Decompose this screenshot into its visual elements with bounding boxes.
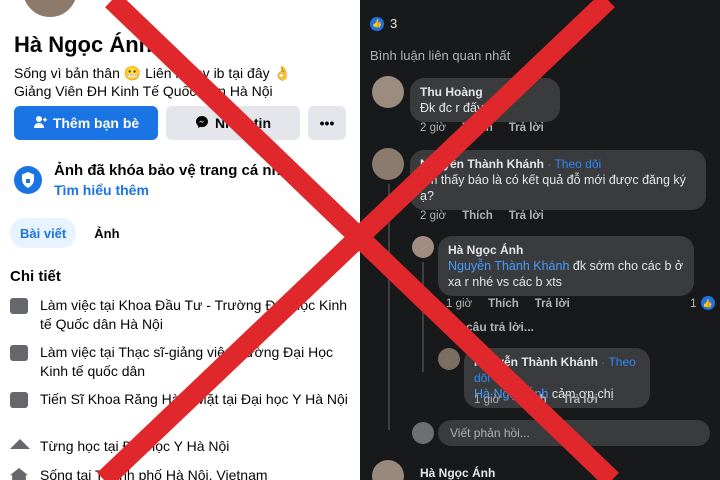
detail-item: Làm việc tại Thạc sĩ-giảng viên trường Đ… [10, 343, 355, 381]
briefcase-icon [10, 345, 28, 361]
avatar[interactable] [372, 76, 404, 108]
comment-bubble: Thu Hoàng Đk đc r đấy [410, 78, 560, 122]
thread-line [388, 184, 390, 430]
like-icon: 👍 [700, 296, 715, 310]
graduation-cap-icon [10, 439, 30, 449]
detail-text: Tiến Sĩ Khoa Răng Hàm Mặt tại Đại học Y … [40, 391, 348, 407]
detail-text: Làm việc tại Khoa Đầu Tư - Trường Đại Họ… [40, 297, 348, 332]
comment-actions: 1 giờ Thích Trả lời [474, 394, 598, 406]
like-link[interactable]: Thích [516, 394, 547, 406]
detail-item: Từng học tại Đại học Y Hà Nội [10, 437, 355, 456]
avatar[interactable] [438, 348, 460, 370]
comment-author[interactable]: Hà Ngọc Ánh [420, 466, 495, 480]
bio-line-2: Giảng Viên ĐH Kinh Tế Quốc Dân Hà Nội [14, 83, 273, 99]
detail-item: Làm việc tại Khoa Đầu Tư - Trường Đại Họ… [10, 296, 355, 334]
detail-item: Sống tại Thành phố Hà Nội, Vietnam [10, 466, 355, 480]
briefcase-icon [10, 392, 28, 408]
comment-actions: 2 giờ Thích Trả lời [420, 122, 544, 134]
mention-link[interactable]: Nguyễn Thành Khánh [448, 259, 569, 273]
comment-author[interactable]: Nguyễn Thành Khánh · Theo dõi [420, 156, 696, 172]
reply-link[interactable]: Trả lời [563, 394, 598, 406]
home-icon [10, 468, 28, 480]
like-link[interactable]: Thích [462, 210, 493, 222]
comment-time: 2 giờ [420, 122, 447, 134]
details-title: Chi tiết [10, 268, 61, 285]
like-icon: 👍 [370, 16, 384, 31]
message-button[interactable]: Nhắn tin [166, 106, 300, 140]
profile-bio: Sống vì bản thân 😬 Liên hệ ny ib tại đây… [14, 64, 354, 100]
comment-bubble: Nguyễn Thành Khánh · Theo dõi em thấy bá… [410, 150, 706, 210]
avatar [412, 422, 434, 444]
comment-reaction-badge[interactable]: 1 👍 [690, 296, 715, 310]
comment-actions: 2 giờ Thích Trả lời [420, 210, 544, 222]
reply-input[interactable]: Viết phản hồi... [438, 420, 710, 446]
comment-time: 2 giờ [420, 210, 447, 222]
briefcase-icon [10, 298, 28, 314]
add-friend-button[interactable]: Thêm bạn bè [14, 106, 158, 140]
comment-time: 1 giờ [474, 394, 501, 406]
comment-actions: 1 giờ Thích Trả lời [446, 298, 570, 310]
follow-link[interactable]: · Theo dõi [547, 157, 601, 171]
reply-link[interactable]: Trả lời [509, 122, 544, 134]
comment-text: em thấy báo là có kết quả đỗ mới được đă… [420, 173, 686, 203]
learn-more-link[interactable]: Tìm hiểu thêm [54, 182, 149, 198]
comment-author[interactable]: Thu Hoàng [420, 84, 550, 100]
profile-avatar[interactable] [20, 0, 80, 20]
reaction-summary[interactable]: 👍 3 [370, 16, 397, 31]
bio-line-1: Sống vì bản thân 😬 Liên hệ ny ib tại đây… [14, 65, 291, 81]
reaction-count: 3 [390, 16, 398, 31]
detail-item: Tiến Sĩ Khoa Răng Hàm Mặt tại Đại học Y … [10, 390, 355, 409]
like-link[interactable]: Thích [488, 298, 519, 310]
tab-posts[interactable]: Bài viết [10, 218, 77, 248]
avatar[interactable] [412, 236, 434, 258]
reply-link[interactable]: Trả lời [509, 210, 544, 222]
comments-panel: 👍 3 Bình luận liên quan nhất Thu Hoàng Đ… [360, 0, 720, 480]
profile-name: Hà Ngọc Ánh [14, 32, 153, 57]
comment-author[interactable]: Hà Ngọc Ánh [448, 242, 684, 258]
shield-lock-icon [14, 166, 42, 194]
reply-link[interactable]: Trả lời [535, 298, 570, 310]
like-link[interactable]: Thích [462, 122, 493, 134]
more-options-button[interactable]: ••• [308, 106, 346, 140]
avatar[interactable] [372, 148, 404, 180]
reaction-count: 1 [690, 296, 697, 310]
comment-sort-dropdown[interactable]: Bình luận liên quan nhất [370, 48, 510, 63]
profile-tabs: Bài viết Ảnh [10, 218, 130, 248]
avatar[interactable] [372, 460, 404, 480]
add-friend-label: Thêm bạn bè [52, 115, 140, 131]
comment-author[interactable]: Nguyễn Thành Khánh · Theo dõi [474, 354, 640, 386]
tab-photos[interactable]: Ảnh [84, 218, 129, 248]
comment-bubble: Hà Ngọc Ánh Nguyễn Thành Khánh đk sớm ch… [438, 236, 694, 296]
detail-text: Sống tại Thành phố Hà Nội, Vietnam [40, 467, 268, 480]
comment-time: 1 giờ [446, 298, 473, 310]
message-label: Nhắn tin [215, 115, 271, 131]
comment-text: Đk đc r đấy [420, 101, 484, 115]
messenger-icon [195, 115, 209, 132]
view-more-replies-link[interactable]: 1 câu trả lời... [456, 320, 534, 334]
detail-text: Làm việc tại Thạc sĩ-giảng viên trường Đ… [40, 344, 333, 379]
thread-line [422, 262, 424, 372]
detail-text: Từng học tại Đại học Y Hà Nội [40, 438, 230, 454]
locked-profile-title: Ảnh đã khóa bảo vệ trang cá nhân [54, 162, 299, 179]
profile-panel: Hà Ngọc Ánh Sống vì bản thân 😬 Liên hệ n… [0, 0, 360, 480]
screenshot-root: Hà Ngọc Ánh Sống vì bản thân 😬 Liên hệ n… [0, 0, 720, 480]
add-user-icon [33, 115, 47, 132]
